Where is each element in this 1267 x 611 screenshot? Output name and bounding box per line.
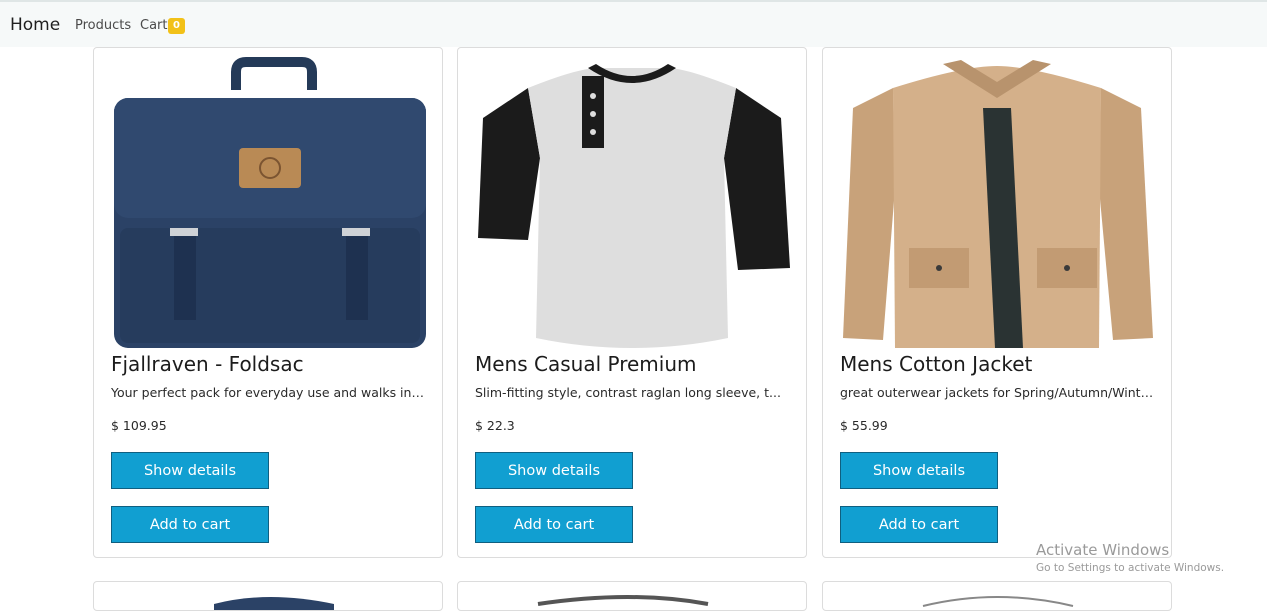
add-to-cart-button[interactable]: Add to cart [475, 506, 633, 543]
show-details-button[interactable]: Show details [840, 452, 998, 489]
activate-windows-watermark: Activate Windows Go to Settings to activ… [1036, 541, 1224, 574]
product-description: Slim-fitting style, contrast raglan long… [475, 385, 781, 400]
product-card-partial [457, 581, 807, 611]
nav-home-link[interactable]: Home [10, 15, 60, 35]
product-price: $ 109.95 [111, 418, 167, 433]
product-image-partial [922, 596, 1074, 607]
product-image-tshirt [478, 64, 790, 348]
product-title: Fjallraven - Foldsac [111, 352, 304, 376]
product-image-partial [214, 597, 334, 610]
product-card: Mens Casual Premium Slim-fitting style, … [457, 47, 807, 558]
cart-count-badge: 0 [168, 18, 185, 34]
product-description: great outerwear jackets for Spring/Autum… [840, 385, 1155, 400]
product-title: Mens Cotton Jacket [840, 352, 1033, 376]
watermark-title: Activate Windows [1036, 541, 1170, 559]
product-card-partial [822, 581, 1172, 611]
show-details-button[interactable]: Show details [111, 452, 269, 489]
add-to-cart-button[interactable]: Add to cart [111, 506, 269, 543]
product-price: $ 55.99 [840, 418, 888, 433]
product-image-jacket [843, 60, 1153, 348]
product-image-backpack [114, 57, 426, 348]
product-image-partial [537, 595, 709, 606]
product-description: Your perfect pack for everyday use and w… [111, 385, 426, 400]
add-to-cart-button[interactable]: Add to cart [840, 506, 998, 543]
navbar: Home Products Cart 0 [0, 0, 1267, 47]
watermark-subtitle: Go to Settings to activate Windows. [1036, 562, 1225, 574]
product-card: Fjallraven - Foldsac Your perfect pack f… [93, 47, 443, 558]
product-card: Mens Cotton Jacket great outerwear jacke… [822, 47, 1172, 558]
nav-cart-link[interactable]: Cart [140, 18, 168, 33]
product-title: Mens Casual Premium [475, 352, 697, 376]
product-price: $ 22.3 [475, 418, 515, 433]
nav-products-link[interactable]: Products [75, 18, 131, 33]
product-card-partial [93, 581, 443, 611]
show-details-button[interactable]: Show details [475, 452, 633, 489]
